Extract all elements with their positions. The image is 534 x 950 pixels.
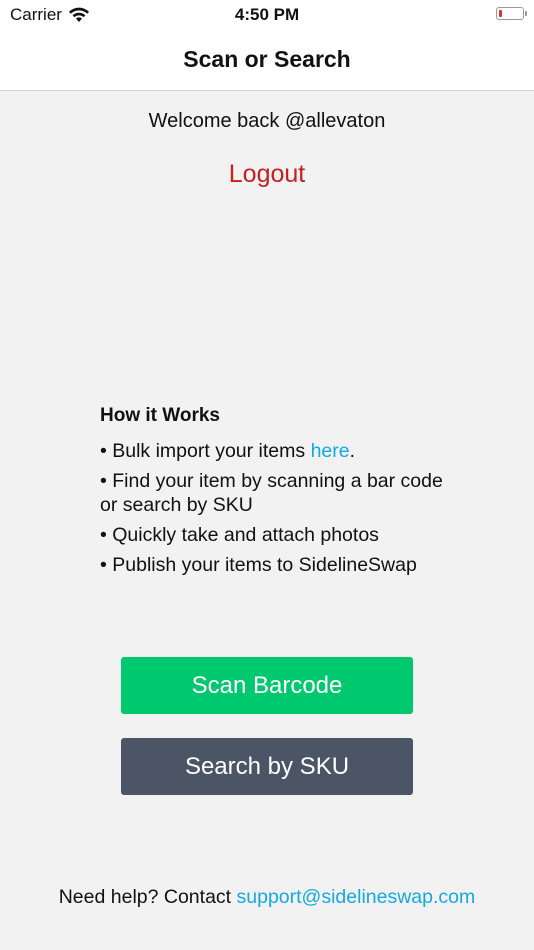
- how-it-works-title: How it Works: [100, 405, 220, 426]
- bulk-import-link[interactable]: here: [311, 440, 350, 462]
- welcome-message: Welcome back @allevaton: [148, 110, 386, 132]
- how-item-photos: • Quickly take and attach photos: [100, 523, 450, 547]
- bullet: •: [100, 440, 107, 462]
- battery-level: [498, 9, 502, 17]
- how-item-publish: • Publish your items to SidelineSwap: [100, 553, 450, 577]
- how-item-bulk-import: • Bulk import your items here.: [100, 439, 450, 463]
- battery-icon: [496, 7, 527, 20]
- search-by-sku-button[interactable]: Search by SKU: [121, 738, 413, 795]
- bullet: •: [100, 470, 107, 492]
- how-item-find: • Find your item by scanning a bar code …: [100, 469, 450, 517]
- navigation-bar: Scan or Search: [0, 30, 534, 91]
- photos-text: Quickly take and attach photos: [112, 524, 379, 546]
- how-it-works-section: How it Works • Bulk import your items he…: [100, 405, 450, 583]
- bulk-import-text: Bulk import your items: [112, 440, 311, 462]
- scan-barcode-button[interactable]: Scan Barcode: [121, 657, 413, 714]
- page-title: Scan or Search: [183, 46, 351, 72]
- publish-text: Publish your items to SidelineSwap: [112, 554, 417, 576]
- help-footer: Need help? Contact support@sidelineswap.…: [0, 886, 534, 909]
- status-bar: Carrier 4:50 PM: [0, 0, 534, 30]
- bullet: •: [100, 524, 107, 546]
- status-time: 4:50 PM: [234, 5, 300, 24]
- help-text: Need help? Contact: [58, 886, 237, 908]
- logout-button[interactable]: Logout: [0, 160, 534, 189]
- support-email-link[interactable]: support@sidelineswap.com: [237, 886, 476, 908]
- bullet: •: [100, 554, 107, 576]
- find-item-text: Find your item by scanning a bar code or…: [100, 470, 443, 516]
- bulk-import-suffix: .: [349, 440, 356, 462]
